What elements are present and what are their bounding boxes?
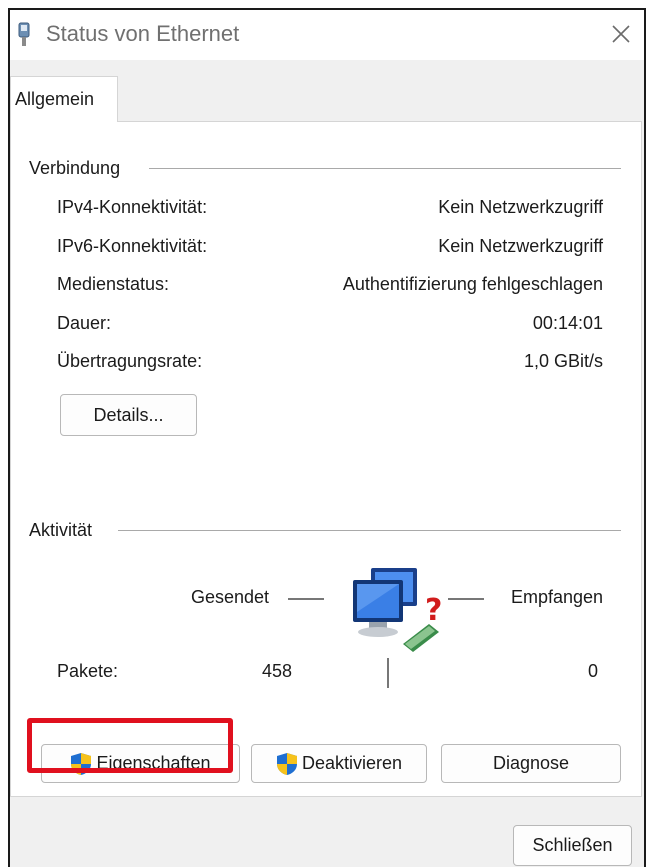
packets-sent-value: 458 [262,661,293,681]
svg-text:?: ? [425,593,442,628]
close-icon [612,25,630,43]
network-adapter-icon [18,22,30,46]
media-status-label: Medienstatus: [57,274,170,294]
disable-button-label: Deaktivieren [301,753,403,773]
disable-button[interactable]: Deaktivieren [251,744,427,783]
window-title: Status von Ethernet [46,21,240,46]
ipv4-label: IPv4-Konnektivität: [57,197,208,217]
close-window-button[interactable] [598,10,644,58]
activity-separator [387,658,389,688]
duration-value: 00:14:01 [532,313,603,333]
packets-received-value: 0 [588,661,599,681]
ipv4-value: Kein Netzwerkzugriff [438,197,603,217]
media-status-value: Authentifizierung fehlgeschlagen [342,274,603,294]
speed-label: Übertragungsrate: [57,351,203,371]
activity-group-divider [118,530,621,531]
speed-value: 1,0 GBit/s [523,351,603,371]
properties-button-highlight [27,718,233,773]
sent-label: Gesendet [191,587,270,607]
ipv6-label: IPv6-Konnektivität: [57,236,208,256]
packets-label: Pakete: [57,661,119,681]
close-button[interactable]: Schließen [513,825,632,866]
network-computers-question-icon: ? [353,568,442,652]
tab-panel-general: Verbindung IPv4-Konnektivität: Kein Netz… [10,121,642,797]
tab-general-label: Allgemein [15,89,95,109]
connection-group-title: Verbindung [29,158,121,178]
activity-group-title: Aktivität [29,520,93,540]
tab-general[interactable]: Allgemein [10,76,118,122]
received-dash [448,598,484,600]
diagnose-button[interactable]: Diagnose [441,744,621,783]
uac-shield-icon [276,752,297,775]
dialog-footer: Schließen [10,797,644,867]
ipv6-value: Kein Netzwerkzugriff [438,236,603,256]
details-button[interactable]: Details... [60,394,197,436]
connection-group-divider [149,168,621,169]
sent-dash [288,598,324,600]
received-label: Empfangen [511,587,604,607]
duration-label: Dauer: [57,313,112,333]
title-bar[interactable]: Status von Ethernet [10,10,644,60]
